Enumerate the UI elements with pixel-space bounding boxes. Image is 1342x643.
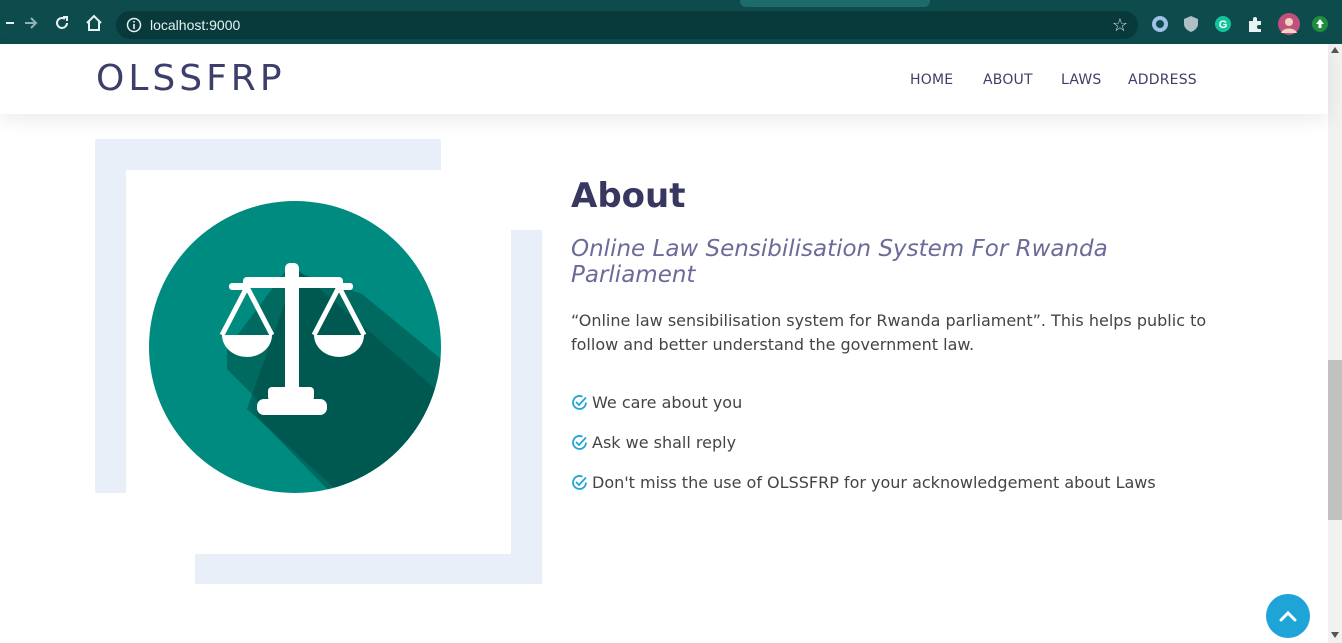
browser-toolbar: localhost:9000 ☆ G	[0, 0, 1342, 44]
check-circle-icon	[572, 435, 587, 450]
nav-address[interactable]: ADDRESS	[1128, 72, 1197, 88]
about-heading: About	[571, 176, 686, 216]
page-scrollbar[interactable]	[1328, 44, 1342, 643]
url-text: localhost:9000	[150, 17, 241, 33]
reload-icon[interactable]	[51, 12, 73, 34]
forward-icon[interactable]	[20, 12, 42, 34]
list-item-text: Ask we shall reply	[592, 433, 737, 452]
home-icon[interactable]	[83, 12, 105, 34]
back-icon[interactable]	[0, 12, 22, 34]
scroll-thumb[interactable]	[1328, 360, 1342, 520]
grammarly-icon[interactable]: G	[1214, 15, 1232, 33]
back-to-top-button[interactable]	[1266, 594, 1310, 638]
shield-icon[interactable]	[1182, 15, 1200, 33]
about-description: “Online law sensibilisation system for R…	[571, 311, 1207, 354]
list-item-text: Don't miss the use of OLSSFRP for your a…	[592, 473, 1156, 492]
nav-laws[interactable]: LAWS	[1061, 72, 1101, 88]
address-bar[interactable]: localhost:9000 ☆	[116, 11, 1138, 39]
profile-avatar[interactable]	[1278, 13, 1300, 35]
active-tab[interactable]	[740, 0, 930, 7]
site-header: OLSSFRP HOME ABOUT LAWS ADDRESS	[0, 44, 1328, 114]
bookmark-star-icon[interactable]: ☆	[1112, 15, 1128, 36]
list-item-text: We care about you	[592, 393, 743, 412]
nav-about[interactable]: ABOUT	[983, 72, 1033, 88]
extension-icon[interactable]	[1151, 15, 1169, 33]
puzzle-icon[interactable]	[1246, 15, 1264, 33]
nav-home[interactable]: HOME	[910, 72, 953, 88]
list-item: We care about you	[571, 393, 742, 412]
chevron-up-icon	[1279, 610, 1297, 622]
svg-text:G: G	[1219, 19, 1228, 31]
check-circle-icon	[572, 395, 587, 410]
scroll-up-arrow[interactable]	[1331, 47, 1339, 53]
about-subtitle: Online Law Sensibilisation System For Rw…	[571, 236, 1108, 288]
justice-scale-icon	[149, 201, 441, 493]
list-item: Ask we shall reply	[571, 433, 736, 452]
info-icon[interactable]	[126, 17, 142, 33]
tab-strip	[0, 0, 1342, 7]
scroll-down-arrow[interactable]	[1331, 632, 1339, 638]
check-circle-icon	[572, 475, 587, 490]
update-icon[interactable]	[1311, 15, 1329, 33]
site-logo[interactable]: OLSSFRP	[96, 58, 286, 99]
list-item: Don't miss the use of OLSSFRP for your a…	[571, 473, 1156, 492]
